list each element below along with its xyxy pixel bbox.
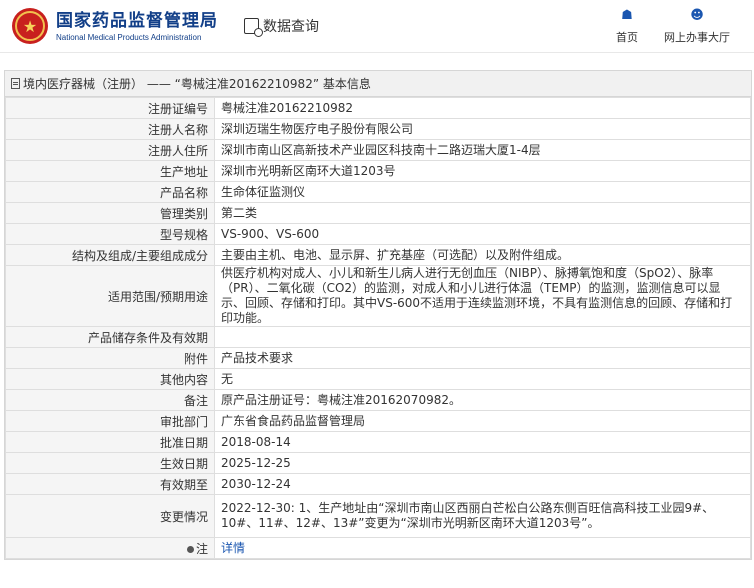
field-label: 审批部门 — [5, 410, 215, 432]
field-label: 生效日期 — [5, 452, 215, 474]
table-row: 型号规格 VS-900、VS-600 — [5, 223, 751, 245]
panel-title: 境内医疗器械（注册） —— “粤械注准20162210982” 基本信息 — [23, 77, 371, 91]
field-value: 粤械注准20162210982 — [214, 97, 751, 119]
detail-panel: 境内医疗器械（注册） —— “粤械注准20162210982” 基本信息 注册证… — [4, 70, 752, 560]
field-label: 生产地址 — [5, 160, 215, 182]
national-emblem-logo: ★ — [12, 8, 48, 44]
nav-home[interactable]: ☗ 首页 — [616, 0, 638, 53]
table-row: 产品名称 生命体征监测仪 — [5, 181, 751, 203]
table-row: 注册证编号 粤械注准20162210982 — [5, 97, 751, 119]
data-query-link[interactable]: 数据查询 — [244, 16, 319, 37]
site-header: ★ 国家药品监督管理局 National Medical Products Ad… — [0, 0, 754, 53]
note-label: 注 — [195, 541, 208, 556]
field-label: 注册证编号 — [5, 97, 215, 119]
field-label: 结构及组成/主要组成成分 — [5, 244, 215, 266]
field-value: 供医疗机构对成人、小儿和新生儿病人进行无创血压（NIBP）、脉搏氧饱和度（SpO… — [214, 265, 751, 327]
site-name-cn: 国家药品监督管理局 — [56, 10, 218, 31]
field-value: 2018-08-14 — [214, 431, 751, 453]
table-row: 其他内容无 — [5, 368, 751, 390]
table-row: 有效期至 2030-12-24 — [5, 473, 751, 495]
field-label: 注册人名称 — [5, 118, 215, 140]
pin-icon — [186, 545, 194, 553]
table-row: 适用范围/预期用途 供医疗机构对成人、小儿和新生儿病人进行无创血压（NIBP）、脉… — [5, 265, 751, 327]
field-value: VS-900、VS-600 — [214, 223, 751, 245]
table-row: 管理类别 第二类 — [5, 202, 751, 224]
field-value — [214, 326, 751, 348]
table-row: 备注 原产品注册证号：粤械注准20162070982。 — [5, 389, 751, 411]
note-row: 注 详情 — [5, 537, 751, 559]
field-value: 2030-12-24 — [214, 473, 751, 495]
field-value: 深圳市光明新区南环大道1203号 — [214, 160, 751, 182]
field-label: 备注 — [5, 389, 215, 411]
document-icon — [11, 78, 20, 89]
table-row: 附件 产品技术要求 — [5, 347, 751, 369]
detail-table: 注册证编号 粤械注准20162210982 注册人名称 深圳迈瑞生物医疗电子股份有限… — [5, 97, 751, 559]
details-link[interactable]: 详情 — [214, 537, 751, 559]
field-value: 第二类 — [214, 202, 751, 224]
note-label-cell: 注 — [5, 537, 215, 559]
field-label: 附件 — [5, 347, 215, 369]
field-label: 型号规格 — [5, 223, 215, 245]
field-label: 管理类别 — [5, 202, 215, 224]
nav-home-label: 首页 — [616, 30, 638, 44]
nav-online-hall-label: 网上办事大厅 — [664, 30, 730, 44]
field-label: 注册人住所 — [5, 139, 215, 161]
field-label: 其他内容 — [5, 368, 215, 390]
field-value: 无 — [214, 368, 751, 390]
field-value: 广东省食品药品监督管理局 — [214, 410, 751, 432]
field-label: 适用范围/预期用途 — [5, 265, 215, 327]
field-value: 2022-12-30: 1、生产地址由“深圳市南山区西丽白芒松白公路东侧百旺信高… — [214, 494, 751, 538]
field-value: 深圳市南山区高新技术产业园区科技南十二路迈瑞大厦1-4层 — [214, 139, 751, 161]
table-row: 注册人名称 深圳迈瑞生物医疗电子股份有限公司 — [5, 118, 751, 140]
site-name-en: National Medical Products Administration — [56, 32, 202, 42]
table-row: 审批部门 广东省食品药品监督管理局 — [5, 410, 751, 432]
table-row: 批准日期 2018-08-14 — [5, 431, 751, 453]
panel-title-bar: 境内医疗器械（注册） —— “粤械注准20162210982” 基本信息 — [5, 71, 751, 97]
field-value: 产品技术要求 — [214, 347, 751, 369]
field-value: 生命体征监测仪 — [214, 181, 751, 203]
user-icon: ☻ — [690, 7, 704, 23]
field-label: 批准日期 — [5, 431, 215, 453]
table-row: 生效日期 2025-12-25 — [5, 452, 751, 474]
table-row: 变更情况 2022-12-30: 1、生产地址由“深圳市南山区西丽白芒松白公路东侧… — [5, 494, 751, 538]
field-label: 产品储存条件及有效期 — [5, 326, 215, 348]
table-row: 结构及组成/主要组成成分 主要由主机、电池、显示屏、扩充基座（可选配）以及附件组成… — [5, 244, 751, 266]
table-row: 产品储存条件及有效期 — [5, 326, 751, 348]
field-value: 深圳迈瑞生物医疗电子股份有限公司 — [214, 118, 751, 140]
top-nav: ☗ 首页 ☻ 网上办事大厅 — [616, 0, 754, 53]
data-query-label: 数据查询 — [263, 19, 319, 35]
table-row: 注册人住所 深圳市南山区高新技术产业园区科技南十二路迈瑞大厦1-4层 — [5, 139, 751, 161]
site-brand[interactable]: 国家药品监督管理局 National Medical Products Admi… — [56, 10, 218, 43]
field-value: 主要由主机、电池、显示屏、扩充基座（可选配）以及附件组成。 — [214, 244, 751, 266]
field-value: 原产品注册证号：粤械注准20162070982。 — [214, 389, 751, 411]
table-row: 生产地址 深圳市光明新区南环大道1203号 — [5, 160, 751, 182]
nav-online-hall[interactable]: ☻ 网上办事大厅 — [664, 0, 730, 53]
field-label: 产品名称 — [5, 181, 215, 203]
search-document-icon — [244, 18, 263, 37]
home-icon: ☗ — [621, 7, 633, 23]
field-label: 变更情况 — [5, 494, 215, 538]
field-value: 2025-12-25 — [214, 452, 751, 474]
field-label: 有效期至 — [5, 473, 215, 495]
